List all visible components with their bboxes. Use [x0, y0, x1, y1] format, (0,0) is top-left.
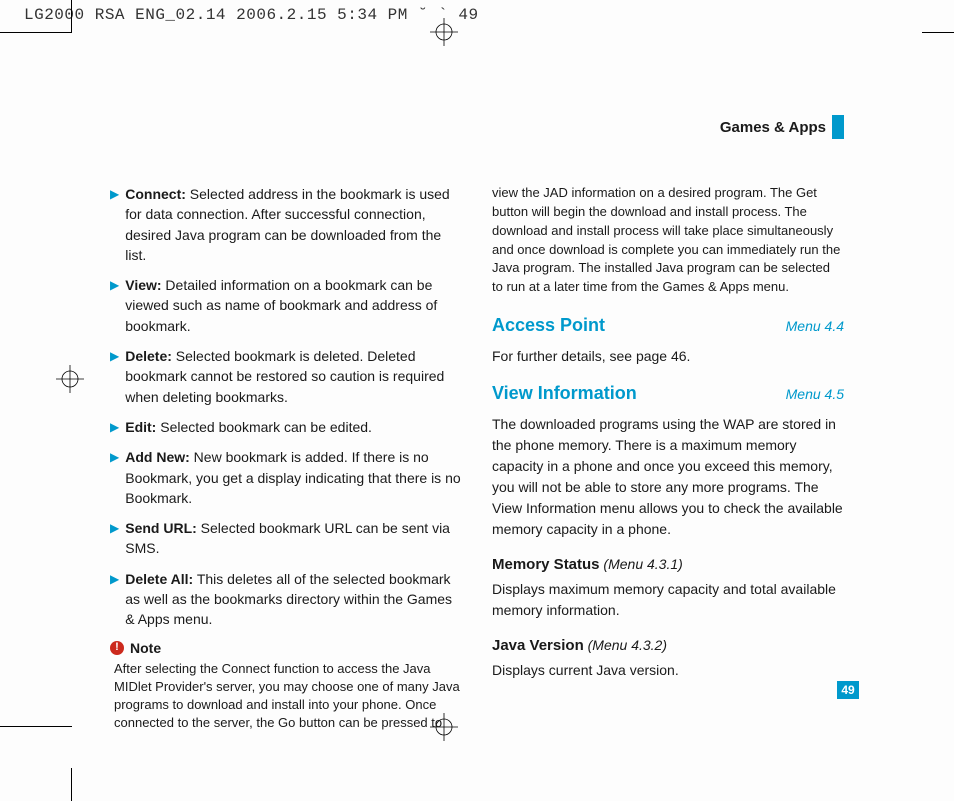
bullet-text: Connect: Selected address in the bookmar… — [125, 184, 462, 265]
body-text: The downloaded programs using the WAP ar… — [492, 414, 844, 540]
page-number: 49 — [837, 681, 859, 699]
registration-mark-icon — [56, 365, 84, 393]
triangle-bullet-icon: ▶ — [110, 348, 119, 407]
sub-heading: Java Version (Menu 4.3.2) — [492, 637, 844, 654]
body-text: For further details, see page 46. — [492, 346, 844, 367]
list-item: ▶ Edit: Selected bookmark can be edited. — [110, 417, 462, 437]
list-item: ▶ View: Detailed information on a bookma… — [110, 275, 462, 336]
list-item: ▶ Connect: Selected address in the bookm… — [110, 184, 462, 265]
body-text: Displays current Java version. — [492, 660, 844, 681]
triangle-bullet-icon: ▶ — [110, 449, 119, 508]
menu-ref: Menu 4.5 — [786, 386, 844, 402]
registration-mark-icon — [430, 18, 458, 46]
left-column: ▶ Connect: Selected address in the bookm… — [110, 184, 462, 686]
section-tab-icon — [832, 115, 844, 139]
bullet-text: Send URL: Selected bookmark URL can be s… — [125, 518, 462, 559]
triangle-bullet-icon: ▶ — [110, 186, 119, 265]
crop-mark — [0, 32, 72, 33]
menu-heading: Access Point Menu 4.4 — [492, 315, 844, 336]
triangle-bullet-icon: ▶ — [110, 277, 119, 336]
triangle-bullet-icon: ▶ — [110, 419, 119, 437]
bullet-text: View: Detailed information on a bookmark… — [125, 275, 462, 336]
right-column: view the JAD information on a desired pr… — [492, 184, 844, 686]
list-item: ▶ Delete All: This deletes all of the se… — [110, 569, 462, 630]
list-item: ▶ Delete: Selected bookmark is deleted. … — [110, 346, 462, 407]
page-content: ▶ Connect: Selected address in the bookm… — [110, 184, 844, 686]
bullet-text: Add New: New bookmark is added. If there… — [125, 447, 462, 508]
sub-heading: Memory Status (Menu 4.3.1) — [492, 556, 844, 573]
triangle-bullet-icon: ▶ — [110, 520, 119, 559]
note-body: After selecting the Connect function to … — [110, 660, 462, 733]
print-header: LG2000 RSA ENG_02.14 2006.2.15 5:34 PM ˘… — [24, 6, 479, 24]
note-label: Note — [130, 640, 161, 656]
section-title: Games & Apps — [720, 119, 826, 136]
list-item: ▶ Add New: New bookmark is added. If the… — [110, 447, 462, 508]
body-text: Displays maximum memory capacity and tot… — [492, 579, 844, 621]
list-item: ▶ Send URL: Selected bookmark URL can be… — [110, 518, 462, 559]
crop-mark — [71, 768, 72, 801]
menu-heading: View Information Menu 4.5 — [492, 383, 844, 404]
note-block: ! Note After selecting the Connect funct… — [110, 640, 462, 733]
triangle-bullet-icon: ▶ — [110, 571, 119, 630]
crop-mark — [922, 32, 954, 33]
menu-title: View Information — [492, 383, 637, 404]
bullet-text: Delete: Selected bookmark is deleted. De… — [125, 346, 462, 407]
menu-title: Access Point — [492, 315, 605, 336]
section-header: Games & Apps — [720, 115, 844, 139]
menu-ref: Menu 4.4 — [786, 318, 844, 334]
crop-mark — [71, 0, 72, 33]
bullet-text: Edit: Selected bookmark can be edited. — [125, 417, 372, 437]
continued-note-body: view the JAD information on a desired pr… — [492, 184, 844, 297]
bullet-text: Delete All: This deletes all of the sele… — [125, 569, 462, 630]
crop-mark — [0, 726, 72, 727]
note-alert-icon: ! — [110, 641, 124, 655]
